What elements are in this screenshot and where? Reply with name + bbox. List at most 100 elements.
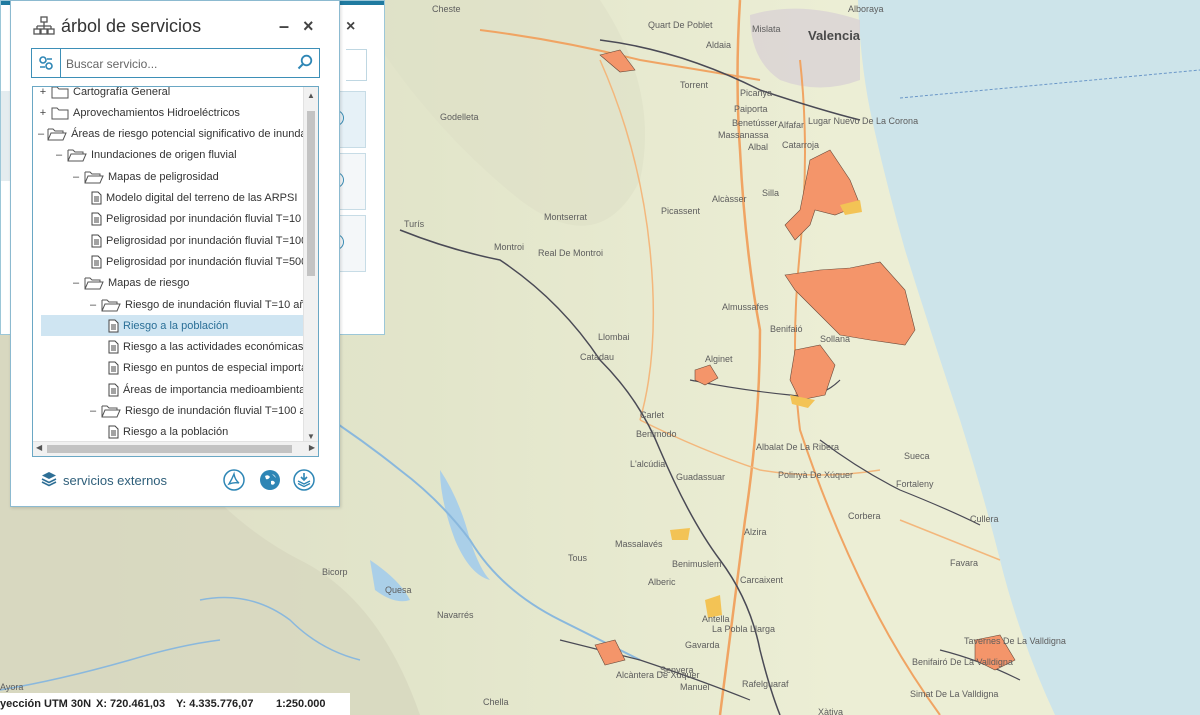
tree-folder-item[interactable]: + Aprovechamientos Hidroeléctricos xyxy=(33,102,308,123)
tree-folder-item[interactable]: – Mapas de peligrosidad xyxy=(33,166,318,187)
tree-layer-item[interactable]: Áreas de importancia medioambiental xyxy=(33,379,318,400)
map-place-label: Tous xyxy=(568,553,588,563)
scroll-thumb[interactable] xyxy=(47,445,292,453)
tree-item-label: Riesgo de inundación fluvial T=100 años xyxy=(125,405,319,417)
folder-icon xyxy=(51,87,69,99)
scale-label: 1:250.000 xyxy=(276,698,326,710)
document-icon xyxy=(108,383,119,397)
tree-item-label: Inundaciones de origen fluvial xyxy=(91,149,237,162)
minimize-button[interactable]: – xyxy=(279,16,289,37)
scroll-down-icon[interactable]: ▼ xyxy=(307,432,315,441)
globe-icon[interactable] xyxy=(259,469,281,491)
collapse-icon[interactable]: – xyxy=(88,405,98,417)
tree-folder-item[interactable]: – Inundaciones de origen fluvial xyxy=(33,145,318,166)
tree-item-label: Mapas de riesgo xyxy=(108,277,190,290)
external-services-label: servicios externos xyxy=(63,473,168,488)
contents-close-button[interactable]: × xyxy=(346,18,355,36)
tree-layer-item[interactable]: Riesgo a la población xyxy=(41,315,318,337)
search-icon[interactable] xyxy=(297,54,313,75)
filter-icon[interactable] xyxy=(32,49,61,77)
tree-item-label: Peligrosidad por inundación fluvial T=10… xyxy=(106,213,319,226)
map-place-label: Benimuslem xyxy=(672,559,722,569)
document-icon xyxy=(91,212,102,226)
tree-item-label: Riesgo a la población xyxy=(123,426,229,439)
tree-item-label: Riesgo a las actividades económicas xyxy=(123,341,304,354)
y-coordinate: Y: 4.335.776,07 xyxy=(176,698,254,710)
folder-open-icon xyxy=(84,170,104,184)
map-place-label: Antella xyxy=(702,614,730,624)
document-icon xyxy=(91,234,102,248)
horizontal-scrollbar[interactable]: ◀ ▶ xyxy=(33,441,318,456)
map-place-label: Benifairó De La Valldigna xyxy=(912,657,1013,667)
map-place-label: Alginet xyxy=(705,354,733,364)
collapse-icon[interactable]: – xyxy=(71,277,81,289)
search-input[interactable] xyxy=(64,53,293,75)
map-place-label: Albalat De La Ribera xyxy=(756,442,839,452)
map-place-label: Catadau xyxy=(580,352,614,362)
sitemap-icon xyxy=(33,16,55,36)
folder-open-icon xyxy=(47,127,67,141)
tree-item-label: Modelo digital del terreno de las ARPSI xyxy=(106,192,298,204)
tree-folder-item[interactable]: – Mapas de riesgo xyxy=(33,273,318,294)
collapse-icon[interactable]: – xyxy=(54,149,64,161)
map-place-label: Alcàsser xyxy=(712,194,747,204)
tree-layer-item[interactable]: Riesgo a la población xyxy=(33,422,318,443)
map-place-label: Quesa xyxy=(385,585,412,595)
document-icon xyxy=(91,191,102,205)
layers-icon xyxy=(41,471,57,490)
layers-plus-icon[interactable] xyxy=(293,469,315,491)
map-place-label: Torrent xyxy=(680,80,709,90)
expand-icon[interactable]: + xyxy=(38,107,48,119)
map-place-label: Fortaleny xyxy=(896,479,934,489)
map-place-label: Sollana xyxy=(820,334,850,344)
tree-layer-item[interactable]: Modelo digital del terreno de las ARPSI xyxy=(33,188,318,209)
map-place-label: Guadassuar xyxy=(676,472,725,482)
map-place-label: Paiporta xyxy=(734,104,768,114)
pdf-icon[interactable] xyxy=(223,469,245,491)
tree-item-label: Riesgo en puntos de especial importancia xyxy=(123,362,319,375)
vertical-scrollbar[interactable]: ▲ ▼ xyxy=(303,87,318,443)
tree-folder-item[interactable]: – Riesgo de inundación fluvial T=10 años xyxy=(33,294,318,315)
tree-layer-item[interactable]: Peligrosidad por inundación fluvial T=10… xyxy=(33,230,319,251)
map-place-label: Alzira xyxy=(744,527,767,537)
tree-layer-item[interactable]: Riesgo a las actividades económicas xyxy=(33,337,318,358)
map-place-label: Aldaia xyxy=(706,40,731,50)
document-icon xyxy=(108,425,119,439)
tree-item-label: Aprovechamientos Hidroeléctricos xyxy=(73,106,240,119)
collapse-icon[interactable]: – xyxy=(38,128,44,140)
x-coordinate: X: 720.461,03 xyxy=(96,698,166,710)
map-place-label: Catarroja xyxy=(782,140,819,150)
tree-layer-item[interactable]: Peligrosidad por inundación fluvial T=50… xyxy=(33,251,318,272)
map-place-label: Sueca xyxy=(904,451,930,461)
tree-folder-item[interactable]: – Riesgo de inundación fluvial T=100 años xyxy=(33,401,319,422)
scroll-up-icon[interactable]: ▲ xyxy=(307,91,315,100)
collapse-icon[interactable]: – xyxy=(71,171,81,183)
scroll-right-icon[interactable]: ▶ xyxy=(309,443,315,452)
contents-search-input[interactable] xyxy=(346,49,367,81)
tree-folder-item[interactable]: + Cartografía General xyxy=(33,87,308,102)
collapse-icon[interactable]: – xyxy=(88,299,98,311)
document-icon xyxy=(108,319,119,333)
tree-item-label: Peligrosidad por inundación fluvial T=10… xyxy=(106,234,319,247)
map-place-label: Quart De Poblet xyxy=(648,20,713,30)
tree-layer-item[interactable]: Peligrosidad por inundación fluvial T=10… xyxy=(33,209,319,230)
map-place-label: Gavarda xyxy=(685,640,720,650)
external-services-link[interactable]: servicios externos xyxy=(41,471,167,490)
map-place-label: Rafelguaraf xyxy=(742,679,789,689)
expand-icon[interactable]: + xyxy=(38,87,48,98)
map-place-label: Favara xyxy=(950,558,978,568)
panel-header[interactable]: árbol de servicios – × xyxy=(11,1,339,47)
map-place-label: Benetússer xyxy=(732,118,778,128)
map-place-label: Montserrat xyxy=(544,212,588,222)
scroll-left-icon[interactable]: ◀ xyxy=(36,443,42,452)
map-place-label: Alcàntera De Xúquer xyxy=(616,670,700,680)
projection-label: yección UTM 30N xyxy=(0,698,92,710)
map-place-label: Manuel xyxy=(680,682,710,692)
service-tree[interactable]: + Cartografía General + Aprovechamientos Hi… xyxy=(32,86,319,457)
tree-layer-item[interactable]: Riesgo en puntos de especial importancia xyxy=(33,358,319,379)
map-place-label: Valencia xyxy=(808,28,861,43)
tree-folder-item[interactable]: – Áreas de riesgo potencial significativo… xyxy=(33,124,318,145)
map-place-label: Carcaixent xyxy=(740,575,784,585)
close-button[interactable]: × xyxy=(303,16,314,37)
scroll-thumb[interactable] xyxy=(307,111,315,276)
